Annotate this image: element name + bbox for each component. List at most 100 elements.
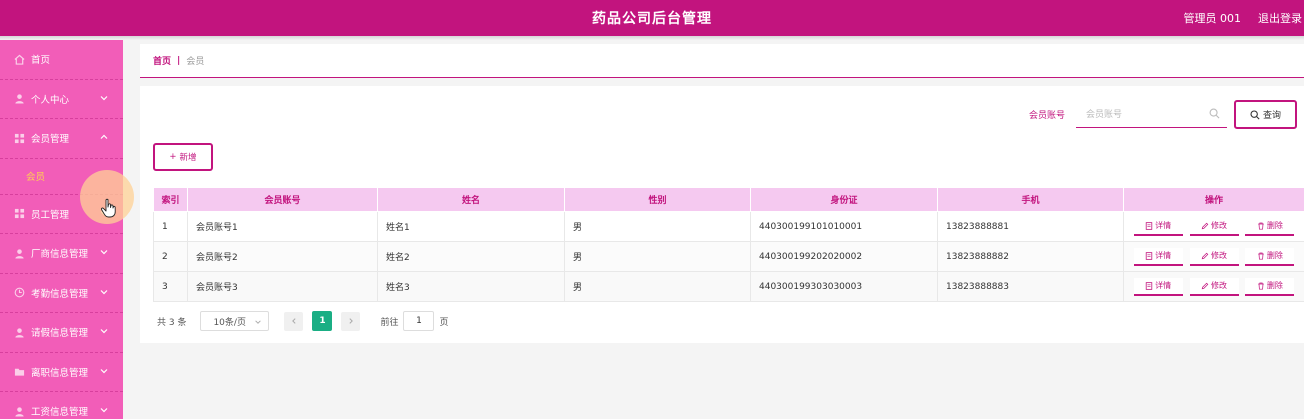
search-label: 会员账号 xyxy=(1029,111,1066,121)
document-icon xyxy=(1145,251,1153,260)
sidebar-item-label: 请假信息管理 xyxy=(31,328,89,340)
chevron-down-icon xyxy=(100,408,108,413)
logout-link[interactable]: 退出登录 xyxy=(1258,10,1302,26)
sidebar-item-personal-center[interactable]: 个人中心 xyxy=(0,80,123,119)
sidebar-item-resignation-management[interactable]: 离职信息管理 xyxy=(0,353,123,392)
page-suffix: 页 xyxy=(439,317,449,328)
sidebar-item-label: 工资信息管理 xyxy=(31,407,89,419)
sidebar-item-vendor-management[interactable]: 厂商信息管理 xyxy=(0,234,123,274)
detail-button[interactable]: 详情 xyxy=(1133,247,1183,266)
goto-page-input[interactable] xyxy=(403,311,435,331)
table-row: 1 会员账号1 姓名1 男 440300199101010001 1382388… xyxy=(153,211,1304,242)
edit-icon xyxy=(1201,252,1209,259)
sidebar-item-label: 个人中心 xyxy=(31,94,70,106)
detail-button[interactable]: 详情 xyxy=(1133,277,1183,296)
sidebar-item-leave-management[interactable]: 请假信息管理 xyxy=(0,313,123,353)
delete-button[interactable]: 删除 xyxy=(1245,217,1295,236)
delete-label: 删除 xyxy=(1266,281,1283,290)
hand-cursor-icon xyxy=(100,198,116,218)
add-button-label: 新增 xyxy=(179,153,197,163)
column-header-gender: 性别 xyxy=(564,187,751,212)
breadcrumb-home[interactable]: 首页 xyxy=(153,54,171,67)
column-header-name: 姓名 xyxy=(377,187,565,212)
sidebar-subitem-member[interactable]: 会员 xyxy=(0,159,123,195)
sidebar-item-label: 离职信息管理 xyxy=(31,367,89,379)
cell-actions: 详情 修改 删除 xyxy=(1123,271,1304,302)
detail-label: 详情 xyxy=(1155,281,1172,290)
total-count: 共 3 条 xyxy=(157,317,187,328)
chevron-down-icon xyxy=(100,289,108,294)
sidebar-item-salary-management[interactable]: 工资信息管理 xyxy=(0,392,123,419)
chevron-down-icon xyxy=(100,368,108,373)
user-icon xyxy=(14,93,25,104)
grid-icon xyxy=(14,133,25,144)
plus-icon: + xyxy=(169,152,177,162)
delete-button[interactable]: 删除 xyxy=(1245,247,1295,266)
sidebar: 首页 个人中心 会员管理 会员 员工管理 厂商信息管理 考勤信息管理 请假信息管… xyxy=(0,40,123,419)
grid-icon xyxy=(14,208,25,219)
cell-phone: 13823888881 xyxy=(937,211,1124,242)
edit-label: 修改 xyxy=(1211,281,1227,290)
sidebar-item-attendance-management[interactable]: 考勤信息管理 xyxy=(0,274,123,313)
table-row: 2 会员账号2 姓名2 男 440300199202020002 1382388… xyxy=(153,241,1304,272)
edit-button[interactable]: 修改 xyxy=(1189,277,1239,296)
delete-button[interactable]: 删除 xyxy=(1245,277,1295,296)
cell-gender: 男 xyxy=(564,241,751,272)
cell-account: 会员账号1 xyxy=(187,211,378,242)
edit-button[interactable]: 修改 xyxy=(1189,217,1239,236)
cell-gender: 男 xyxy=(564,211,751,242)
add-button[interactable]: + 新增 xyxy=(153,143,213,171)
column-header-actions: 操作 xyxy=(1123,187,1304,212)
page-size-select[interactable]: 10条/页 xyxy=(200,311,270,331)
top-header: 药品公司后台管理 管理员 001 退出登录 xyxy=(0,0,1304,36)
sidebar-item-member-management[interactable]: 会员管理 xyxy=(0,119,123,159)
page-number[interactable]: 1 xyxy=(312,311,333,331)
main-panel: 会员账号 查询 + 新增 索引 会员账号 姓名 性别 身份证 手机 操作 1 xyxy=(140,86,1304,343)
breadcrumb-current: 会员 xyxy=(186,57,205,67)
edit-label: 修改 xyxy=(1211,251,1227,260)
detail-button[interactable]: 详情 xyxy=(1133,217,1183,236)
header-shadow xyxy=(0,36,1304,40)
search-input[interactable] xyxy=(1076,102,1227,128)
sidebar-item-label: 厂商信息管理 xyxy=(31,249,89,261)
detail-label: 详情 xyxy=(1155,221,1172,230)
user-icon xyxy=(14,248,25,259)
user-icon xyxy=(14,406,25,417)
prev-page-button[interactable] xyxy=(284,311,304,331)
sidebar-item-label: 首页 xyxy=(31,55,51,67)
column-header-index: 索引 xyxy=(153,187,188,212)
page-size-value: 10条/页 xyxy=(213,317,246,328)
cell-name: 姓名1 xyxy=(377,211,565,242)
cell-name: 姓名3 xyxy=(377,271,565,302)
goto-label: 前往 xyxy=(380,317,399,328)
trash-icon xyxy=(1258,252,1264,260)
chevron-down-icon xyxy=(100,95,108,100)
sidebar-item-home[interactable]: 首页 xyxy=(0,40,123,80)
chevron-down-icon xyxy=(100,329,108,334)
trash-icon xyxy=(1258,222,1264,230)
cell-gender: 男 xyxy=(564,271,751,302)
cell-name: 姓名2 xyxy=(377,241,565,272)
query-button[interactable]: 查询 xyxy=(1234,100,1297,129)
cell-id-card: 440300199101010001 xyxy=(750,211,938,242)
delete-label: 删除 xyxy=(1266,251,1283,260)
pagination: 共 3 条 10条/页 1 前往 页 xyxy=(157,311,448,331)
cell-id-card: 440300199202020002 xyxy=(750,241,938,272)
search-icon xyxy=(1250,109,1260,120)
chevron-right-icon xyxy=(349,318,353,324)
sidebar-item-label: 会员管理 xyxy=(31,134,70,146)
search-icon xyxy=(1209,108,1220,119)
sidebar-item-label: 考勤信息管理 xyxy=(31,288,89,300)
edit-button[interactable]: 修改 xyxy=(1189,247,1239,266)
user-icon xyxy=(14,327,25,338)
column-header-account: 会员账号 xyxy=(187,187,378,212)
edit-icon xyxy=(1201,222,1209,229)
delete-label: 删除 xyxy=(1266,221,1283,230)
document-icon xyxy=(1145,221,1153,230)
app-title: 药品公司后台管理 xyxy=(592,11,712,27)
next-page-button[interactable] xyxy=(341,311,361,331)
cell-actions: 详情 修改 删除 xyxy=(1123,241,1304,272)
cell-index: 1 xyxy=(153,211,188,242)
query-button-label: 查询 xyxy=(1262,111,1281,121)
home-icon xyxy=(14,54,25,65)
